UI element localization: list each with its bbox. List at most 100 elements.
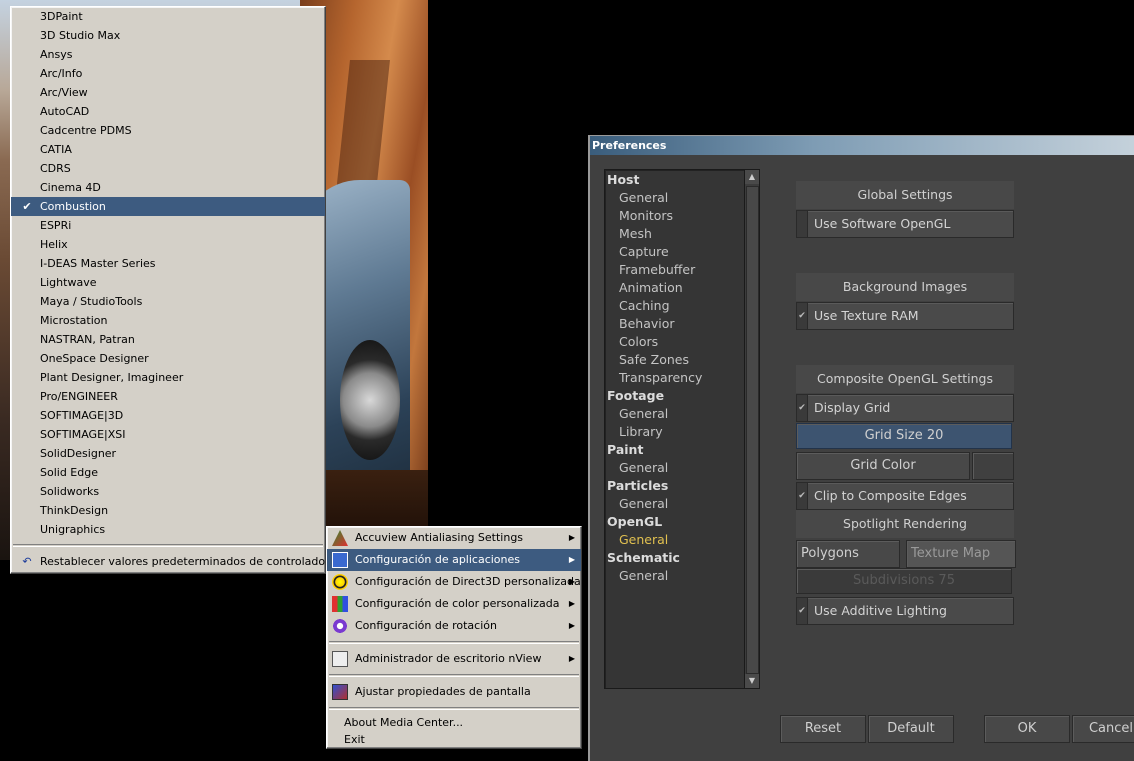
grid-color-swatch[interactable] xyxy=(972,452,1014,480)
program-menu-item[interactable]: Solid Edge xyxy=(11,463,325,482)
polygons-button[interactable]: Polygons xyxy=(796,540,900,568)
tree-item[interactable]: Monitors xyxy=(605,207,745,225)
tree-item[interactable]: General xyxy=(605,459,745,477)
checkmark-icon: ✔ xyxy=(797,483,808,509)
tree-category[interactable]: Schematic xyxy=(605,549,745,567)
nview-menu-item[interactable]: Administrador de escritorio nView ▶ xyxy=(327,648,581,670)
tree-scrollbar[interactable]: ▲ ▼ xyxy=(744,169,760,689)
scroll-down-icon[interactable]: ▼ xyxy=(745,674,759,688)
additive-lighting-toggle[interactable]: ✔ Use Additive Lighting xyxy=(796,597,1014,625)
tree-item[interactable]: General xyxy=(605,495,745,513)
reset-button[interactable]: Reset xyxy=(780,715,866,743)
program-menu-item[interactable]: SOFTIMAGE|3D xyxy=(11,406,325,425)
tree-item[interactable]: Library xyxy=(605,423,745,441)
preferences-tree: Host General Monitors Mesh Capture Framebuffe… xyxy=(604,169,746,689)
default-button[interactable]: Default xyxy=(868,715,954,743)
program-menu-item[interactable]: Maya / StudioTools xyxy=(11,292,325,311)
program-menu-item[interactable]: Ansys xyxy=(11,45,325,64)
nview-menu-item[interactable]: Configuración de rotación ▶ xyxy=(327,615,581,637)
nview-menu-item-label: Administrador de escritorio nView xyxy=(355,652,542,665)
program-menu-item[interactable]: Arc/View xyxy=(11,83,325,102)
program-menu-item[interactable]: I-DEAS Master Series xyxy=(11,254,325,273)
tree-item[interactable]: General xyxy=(605,567,745,585)
tree-item[interactable]: General xyxy=(605,189,745,207)
rotation-icon xyxy=(332,618,348,634)
grid-color-label: Grid Color xyxy=(796,452,970,480)
program-menu-item[interactable]: Plant Designer, Imagineer xyxy=(11,368,325,387)
program-menu-item[interactable]: Cinema 4D xyxy=(11,178,325,197)
tree-item[interactable]: Animation xyxy=(605,279,745,297)
tree-item[interactable]: Framebuffer xyxy=(605,261,745,279)
nview-menu-item[interactable]: Configuración de color personalizada ▶ xyxy=(327,593,581,615)
program-menu-item[interactable]: OneSpace Designer xyxy=(11,349,325,368)
tree-item[interactable]: Safe Zones xyxy=(605,351,745,369)
menu-separator xyxy=(13,544,323,547)
program-menu-item-label: Lightwave xyxy=(40,276,97,289)
toggle-label: Use Additive Lighting xyxy=(814,603,947,618)
nview-menu-item[interactable]: About Media Center... xyxy=(327,714,581,731)
program-menu-item[interactable]: Unigraphics xyxy=(11,520,325,539)
program-menu-item-label: AutoCAD xyxy=(40,105,90,118)
program-menu-item[interactable]: Solidworks xyxy=(11,482,325,501)
nview-menu-item[interactable]: Configuración de aplicaciones ▶ xyxy=(327,549,581,571)
tree-item[interactable]: Transparency xyxy=(605,369,745,387)
nview-menu-item[interactable]: Ajustar propiedades de pantalla xyxy=(327,681,581,703)
program-menu-item[interactable]: NASTRAN, Patran xyxy=(11,330,325,349)
program-menu-item[interactable]: 3DPaint xyxy=(11,7,325,26)
nview-menu-item[interactable]: Configuración de Direct3D personalizada ▶ xyxy=(327,571,581,593)
tree-item[interactable]: Capture xyxy=(605,243,745,261)
display-grid-toggle[interactable]: ✔ Display Grid xyxy=(796,394,1014,422)
program-menu-item[interactable]: ESPRi xyxy=(11,216,325,235)
program-menu-item[interactable]: 3D Studio Max xyxy=(11,26,325,45)
use-software-opengl-toggle[interactable]: Use Software OpenGL xyxy=(796,210,1014,238)
program-menu-item[interactable]: SolidDesigner xyxy=(11,444,325,463)
program-menu-item[interactable]: Helix xyxy=(11,235,325,254)
ok-button[interactable]: OK xyxy=(984,715,1070,743)
program-menu-item[interactable]: Cadcentre PDMS xyxy=(11,121,325,140)
color-icon xyxy=(332,596,348,612)
use-texture-ram-toggle[interactable]: ✔ Use Texture RAM xyxy=(796,302,1014,330)
program-menu-item[interactable]: ✔ Combustion xyxy=(11,197,325,216)
program-menu-item[interactable]: Microstation xyxy=(11,311,325,330)
program-menu-item[interactable]: Pro/ENGINEER xyxy=(11,387,325,406)
tree-item[interactable]: Mesh xyxy=(605,225,745,243)
tree-item[interactable]: General xyxy=(605,531,745,549)
reset-defaults-menu-item[interactable]: ↶ Restablecer valores predeterminados de … xyxy=(11,552,329,571)
tree-item[interactable]: Colors xyxy=(605,333,745,351)
tree-item[interactable]: General xyxy=(605,405,745,423)
scroll-thumb[interactable] xyxy=(746,186,759,674)
program-menu-item-label: Unigraphics xyxy=(40,523,106,536)
tree-category[interactable]: Host xyxy=(605,171,745,189)
tree-category[interactable]: OpenGL xyxy=(605,513,745,531)
tree-item[interactable]: Behavior xyxy=(605,315,745,333)
program-menu-item[interactable]: CATIA xyxy=(11,140,325,159)
clip-composite-edges-toggle[interactable]: ✔ Clip to Composite Edges xyxy=(796,482,1014,510)
program-menu-item-label: SolidDesigner xyxy=(40,447,117,460)
subdivisions-slider[interactable]: Subdivisions 75 xyxy=(796,568,1012,594)
nview-menu-item[interactable]: Exit xyxy=(327,731,581,748)
program-menu-item[interactable]: Arc/Info xyxy=(11,64,325,83)
cancel-button[interactable]: Cancel xyxy=(1072,715,1134,743)
program-menu-item-label: Microstation xyxy=(40,314,108,327)
tree-category[interactable]: Paint xyxy=(605,441,745,459)
tree-item[interactable]: Caching xyxy=(605,297,745,315)
program-menu-item[interactable]: SOFTIMAGE|XSI xyxy=(11,425,325,444)
tree-category[interactable]: Footage xyxy=(605,387,745,405)
scroll-up-icon[interactable]: ▲ xyxy=(745,170,759,184)
background-images-header: Background Images xyxy=(796,273,1014,301)
toggle-label: Clip to Composite Edges xyxy=(814,488,967,503)
program-menu-item[interactable]: AutoCAD xyxy=(11,102,325,121)
submenu-arrow-icon: ▶ xyxy=(568,577,575,586)
program-menu-item[interactable]: Lightwave xyxy=(11,273,325,292)
preferences-dialog: Preferences Host General Monitors Mesh Captu… xyxy=(588,135,1134,761)
nview-menu-item-label: About Media Center... xyxy=(344,716,464,729)
checkmark-icon: ✔ xyxy=(797,598,808,624)
texture-map-button[interactable]: Texture Map xyxy=(906,540,1016,568)
spotlight-rendering-header: Spotlight Rendering xyxy=(796,510,1014,538)
program-menu-item[interactable]: ThinkDesign xyxy=(11,501,325,520)
dialog-title[interactable]: Preferences xyxy=(590,136,1134,155)
nview-menu-item[interactable]: Accuview Antialiasing Settings ▶ xyxy=(327,527,581,549)
grid-size-slider[interactable]: Grid Size 20 xyxy=(796,423,1012,449)
tree-category[interactable]: Particles xyxy=(605,477,745,495)
program-menu-item[interactable]: CDRS xyxy=(11,159,325,178)
